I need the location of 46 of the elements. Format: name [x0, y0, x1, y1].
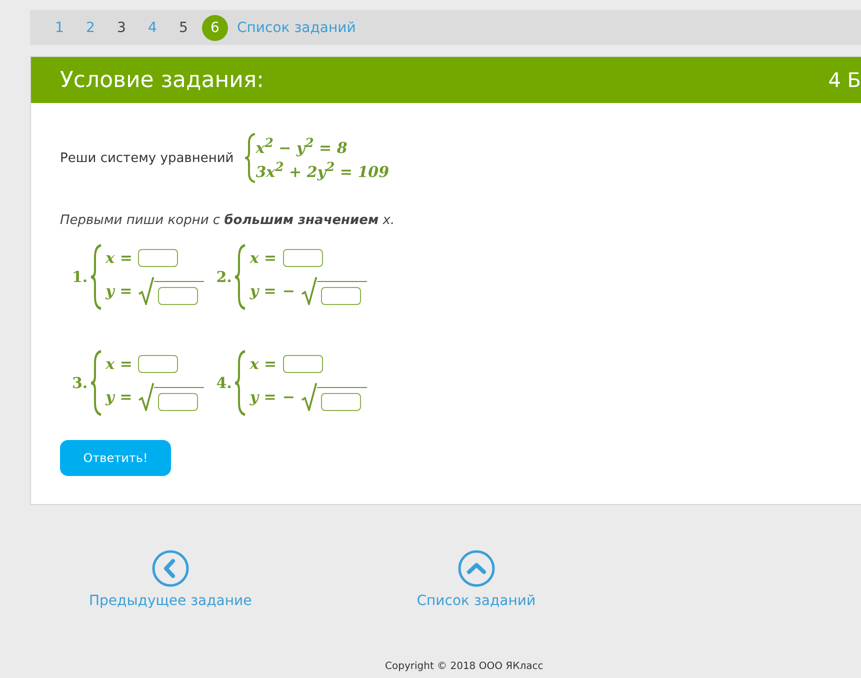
prompt-text: Реши систему уравнений: [60, 150, 234, 166]
equation: x$^{2}$ − y$^{2}$ = 8: [256, 135, 348, 157]
variable-label: y =: [106, 388, 132, 406]
card-title: Условие задания:: [60, 68, 264, 92]
answer-field[interactable]: [138, 355, 178, 373]
brace-icon: [90, 350, 102, 416]
chevron-left-icon[interactable]: [152, 550, 189, 587]
brace-icon: [244, 133, 256, 183]
answer-field[interactable]: [320, 287, 361, 305]
answer-number: 1.: [72, 268, 88, 286]
brace-icon: [234, 244, 246, 310]
variable-label: x =: [106, 249, 132, 267]
page-link[interactable]: 4: [137, 20, 168, 36]
answer-field[interactable]: [138, 249, 178, 267]
submit-button[interactable]: Ответить!: [60, 440, 171, 476]
variable-label: x =: [250, 249, 277, 267]
page-link[interactable]: 3: [106, 20, 137, 36]
instruction-text: Первыми пиши корни с большим значением x.: [60, 213, 396, 228]
minus-sign: −: [282, 388, 295, 406]
task-list-link[interactable]: Список заданий: [237, 20, 356, 36]
answer-field[interactable]: [282, 355, 323, 373]
answer-number: 3.: [72, 374, 88, 392]
answer-field[interactable]: [158, 393, 198, 411]
brace-icon: [234, 350, 246, 416]
page-link[interactable]: 5: [168, 20, 199, 36]
answer-field[interactable]: [158, 287, 198, 305]
chevron-up-icon[interactable]: [458, 550, 495, 587]
page-link[interactable]: 2: [75, 20, 106, 36]
nav-link[interactable]: Список заданий: [416, 593, 536, 609]
answer-number: 4.: [216, 374, 232, 392]
answer-field[interactable]: [282, 249, 323, 267]
copyright-text: Copyright © 2018 ООО ЯКласс: [385, 661, 544, 672]
variable-label: y =: [250, 282, 276, 300]
points-label: 4 Б: [828, 68, 861, 92]
brace-icon: [90, 244, 102, 310]
answer-field[interactable]: [320, 393, 361, 411]
answer-number: 2.: [216, 268, 232, 286]
equation: 3x$^{2}$ + 2y$^{2}$ = 109: [256, 159, 390, 181]
variable-label: y =: [106, 282, 132, 300]
variable-label: x =: [250, 355, 277, 373]
variable-label: x =: [106, 355, 132, 373]
minus-sign: −: [282, 282, 295, 300]
page-link[interactable]: 1: [44, 20, 75, 36]
page-link[interactable]: 6: [202, 14, 228, 40]
variable-label: y =: [250, 388, 276, 406]
nav-link[interactable]: Предыдущее задание: [89, 593, 252, 609]
